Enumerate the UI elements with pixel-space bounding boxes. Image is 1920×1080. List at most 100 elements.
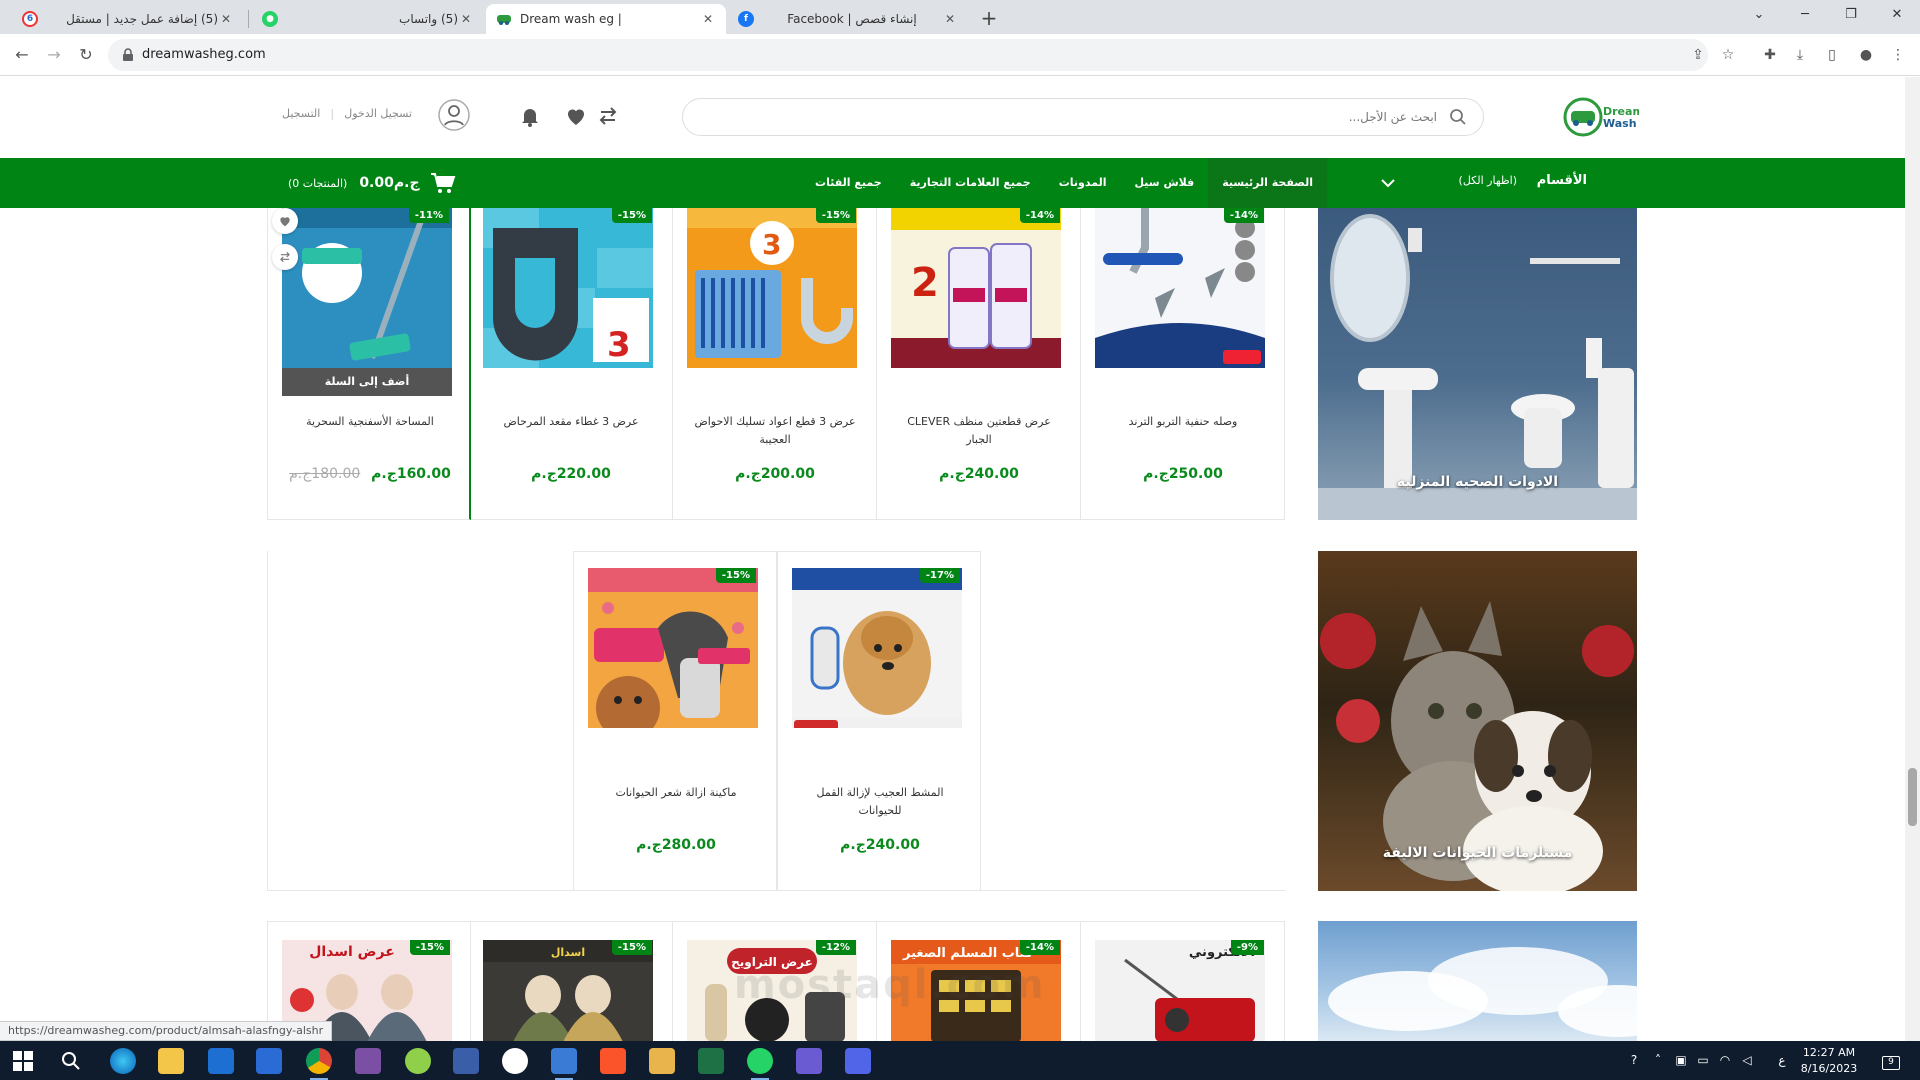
- product-name[interactable]: المساحة الأسفنجية السحرية: [288, 413, 452, 431]
- input-language[interactable]: ع: [1774, 1041, 1790, 1080]
- video-editor-icon[interactable]: [796, 1048, 822, 1074]
- add-to-compare-button[interactable]: [272, 244, 298, 270]
- reload-icon[interactable]: ↻: [74, 43, 98, 67]
- product-name[interactable]: وصله حنفية التربو الترند: [1101, 413, 1265, 431]
- tray-chevron-up-icon[interactable]: ˄: [1650, 1041, 1666, 1080]
- close-tab-icon[interactable]: ✕: [458, 12, 474, 26]
- browser-tab-mostaql[interactable]: 6 (5) إضافة عمل جديد | مستقل ✕: [12, 4, 244, 34]
- clock-time: 12:27 AM: [1802, 1046, 1856, 1059]
- banner-home-sanitary[interactable]: الادوات الصحيه المنزليه: [1318, 208, 1637, 520]
- scrollbar-track[interactable]: [1905, 77, 1920, 1041]
- browser-tab-whatsapp[interactable]: ● (5) واتساب ✕: [252, 4, 484, 34]
- add-to-cart-button[interactable]: أضف إلى السلة: [282, 368, 452, 396]
- recorder-app-icon[interactable]: [551, 1048, 577, 1080]
- profile-icon[interactable]: ●: [1856, 45, 1876, 65]
- battery-icon[interactable]: ▭: [1694, 1041, 1712, 1080]
- browser-tab-facebook[interactable]: f Facebook | إنشاء قصص ✕: [728, 4, 968, 34]
- product-name[interactable]: عرض 3 قطع اعواد تسليك الاحواض العجيبة: [693, 413, 857, 449]
- close-tab-icon[interactable]: ✕: [942, 12, 958, 26]
- svg-text:اسدال: اسدال: [551, 946, 585, 959]
- menu-item-home[interactable]: الصفحة الرئيسية: [1208, 158, 1327, 208]
- edge-icon[interactable]: [110, 1048, 136, 1074]
- register-link[interactable]: التسجيل: [282, 107, 320, 125]
- login-link[interactable]: تسجيل الدخول: [344, 107, 412, 125]
- help-icon[interactable]: ?: [1622, 1041, 1646, 1080]
- search-icon[interactable]: [1449, 108, 1467, 126]
- tab-search-icon[interactable]: ⌄: [1736, 0, 1782, 30]
- product-card-hovered[interactable]: -11% أضف إلى السلة المساحة الأسفنجية الس…: [267, 208, 471, 520]
- back-icon[interactable]: ←: [10, 43, 34, 67]
- product-card[interactable]: 3 -15% عرض 3 قطع اعواد تسليك الاحواض الع…: [673, 208, 877, 520]
- menu-item-brands[interactable]: جميع العلامات التجارية: [896, 158, 1045, 208]
- browser-tab-dreamwash[interactable]: Dream wash eg | ✕: [486, 4, 726, 34]
- chrome-icon[interactable]: [306, 1048, 332, 1080]
- chevron-down-icon[interactable]: [1379, 174, 1397, 192]
- banner-section-3[interactable]: [1318, 921, 1637, 1041]
- taskbar-clock[interactable]: 12:27 AM 8/16/2023: [1794, 1045, 1864, 1077]
- product-card[interactable]: -17% المشط العجيب لإزالة القمل للحيوانات…: [777, 551, 981, 891]
- volume-icon[interactable]: ◁: [1738, 1041, 1756, 1080]
- address-bar[interactable]: dreamwasheg.com: [108, 39, 1708, 71]
- product-card[interactable]: الالكتروني -9%: [1081, 921, 1285, 1042]
- bookmark-star-icon[interactable]: ☆: [1718, 45, 1738, 65]
- banner-pet-supplies[interactable]: مستلزمات الحيوانات الاليفة: [1318, 551, 1637, 891]
- search-input[interactable]: [937, 107, 1437, 127]
- show-all-link[interactable]: (اظهار الكل): [1459, 174, 1517, 187]
- product-name[interactable]: ماكينة ازالة شعر الحيوانات: [594, 784, 758, 802]
- excel-icon[interactable]: [698, 1048, 724, 1074]
- compare-icon[interactable]: [596, 104, 620, 128]
- notification-center-icon[interactable]: 9: [1876, 1041, 1906, 1080]
- close-window-icon[interactable]: ✕: [1874, 0, 1920, 30]
- product-name[interactable]: عرض قطعتين منظف CLEVER الجبار: [897, 413, 1061, 449]
- product-image-hair-vacuum: [588, 568, 758, 728]
- site-search[interactable]: [682, 98, 1484, 136]
- share-icon[interactable]: ⇪: [1688, 45, 1708, 65]
- scrollbar-thumb[interactable]: [1908, 768, 1917, 826]
- categories-dropdown[interactable]: الأقسام (اظهار الكل): [1370, 158, 1605, 208]
- notes-app-icon[interactable]: [649, 1048, 675, 1074]
- whatsapp-icon[interactable]: [747, 1048, 773, 1080]
- menu-item-blogs[interactable]: المدونات: [1045, 158, 1121, 208]
- brave-icon[interactable]: [600, 1048, 626, 1074]
- restore-icon[interactable]: ❐: [1828, 0, 1874, 30]
- globe-app-icon[interactable]: [405, 1048, 431, 1074]
- wifi-icon[interactable]: ◠: [1716, 1041, 1734, 1080]
- product-name[interactable]: عرض 3 غطاء مقعد المرحاض: [489, 413, 653, 431]
- discount-badge: -9%: [1230, 940, 1264, 955]
- product-card[interactable]: -14% وصله حنفية التربو الترند 250.00ج.م: [1081, 208, 1285, 520]
- product-card[interactable]: اسدال -15%: [469, 921, 673, 1042]
- minimize-icon[interactable]: ─: [1782, 0, 1828, 30]
- file-explorer-icon[interactable]: [158, 1048, 184, 1074]
- extensions-icon[interactable]: ✚: [1760, 45, 1780, 65]
- forward-icon[interactable]: →: [42, 43, 66, 67]
- image-app-icon[interactable]: [453, 1048, 479, 1074]
- game-app-icon[interactable]: [355, 1048, 381, 1074]
- network-device-icon[interactable]: ▣: [1672, 1041, 1690, 1080]
- side-panel-icon[interactable]: ▯: [1822, 45, 1842, 65]
- close-tab-icon[interactable]: ✕: [700, 12, 716, 26]
- product-card[interactable]: 2 -14% عرض قطعتين منظف CLEVER الجبار 240…: [877, 208, 1081, 520]
- add-to-wishlist-button[interactable]: [272, 208, 298, 234]
- chat-app-icon[interactable]: [845, 1048, 871, 1074]
- wishlist-heart-icon[interactable]: [564, 104, 588, 128]
- main-menu: الصفحة الرئيسية فلاش سيل المدونات جميع ا…: [801, 158, 1327, 208]
- cart-summary[interactable]: (0 المنتجات) 0.00ج.م: [288, 158, 456, 208]
- menu-item-flash-sale[interactable]: فلاش سيل: [1120, 158, 1208, 208]
- search-icon[interactable]: [61, 1051, 81, 1071]
- site-logo[interactable]: Dream Wash: [1563, 97, 1644, 137]
- product-card[interactable]: -15% ماكينة ازالة شعر الحيوانات 280.00ج.…: [573, 551, 777, 891]
- mail-icon[interactable]: [256, 1048, 282, 1074]
- close-tab-icon[interactable]: ✕: [218, 12, 234, 26]
- browser-toolbar: ← → ↻ dreamwasheg.com ⇪ ☆ ✚ ⤓ ▯ ● ⋮: [0, 34, 1920, 76]
- product-name[interactable]: المشط العجيب لإزالة القمل للحيوانات: [798, 784, 962, 820]
- product-card[interactable]: 3 -15% عرض 3 غطاء مقعد المرحاض 220.00ج.م: [469, 208, 673, 520]
- download-icon[interactable]: ⤓: [1790, 45, 1810, 65]
- football-app-icon[interactable]: [502, 1048, 528, 1074]
- windows-start-icon[interactable]: [13, 1051, 33, 1071]
- browser-menu-icon[interactable]: ⋮: [1888, 45, 1908, 65]
- user-avatar-icon[interactable]: [438, 99, 470, 131]
- store-icon[interactable]: [208, 1048, 234, 1074]
- new-tab-button[interactable]: +: [976, 6, 1002, 32]
- menu-item-categories[interactable]: جميع الفئات: [801, 158, 896, 208]
- notification-bell-icon[interactable]: [518, 104, 542, 128]
